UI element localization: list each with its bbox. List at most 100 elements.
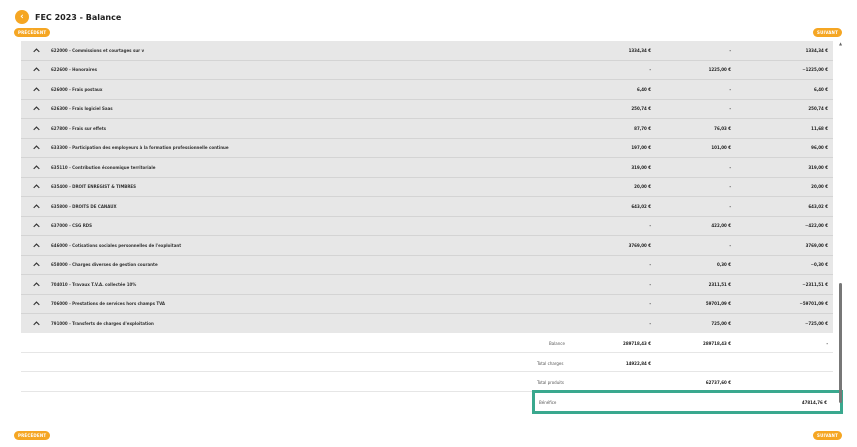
chevron-up-icon[interactable] <box>21 321 51 326</box>
total-charges-label: Total charges <box>537 360 564 366</box>
credit-cell: 101,00 € <box>711 145 731 151</box>
chevron-up-icon[interactable] <box>21 282 51 287</box>
solde-cell: −1225,00 € <box>802 67 828 73</box>
table-row: 646000 - Cotisations sociales personnell… <box>21 236 833 256</box>
account-label: 622000 - Commissions et courtages sur v <box>51 47 145 53</box>
balance-table: 622000 - Commissions et courtages sur v 1… <box>21 41 833 334</box>
table-row: 658000 - Charges diverses de gestion cou… <box>21 255 833 275</box>
balance-label: Balance <box>549 341 565 346</box>
solde-cell: 6,40 € <box>813 86 828 92</box>
table-row: 627800 - Frais sur effets 87,70 € 76,03 € 1… <box>21 119 833 139</box>
previous-button-bottom[interactable]: PRÉCÉDENT <box>14 431 51 440</box>
page-header: ‹ FEC 2023 - Balance <box>15 8 121 26</box>
debit-cell: - <box>649 301 651 307</box>
credit-cell: - <box>729 242 731 248</box>
solde-cell: 1334,34 € <box>805 47 828 53</box>
solde-cell: 96,00 € <box>811 145 828 151</box>
account-label: 635400 - DROIT ENREGIST & TIMBRES <box>51 184 137 190</box>
debit-cell: - <box>649 320 651 326</box>
benefice-value: 47814,76 € <box>801 400 827 405</box>
table-row: 635110 - Contribution économique territo… <box>21 158 833 178</box>
chevron-up-icon[interactable] <box>21 145 51 150</box>
solde-cell: −0,30 € <box>810 262 828 268</box>
table-row: 635800 - DROITS DE CANAUX 643,02 € - 643,02… <box>21 197 833 217</box>
debit-cell: - <box>649 281 651 287</box>
summary-section: Balance 289718,43 € 289718,43 € - Total … <box>21 333 833 392</box>
debit-cell: 1334,34 € <box>628 47 651 53</box>
table-row: 633300 - Participation des employeurs à … <box>21 138 833 158</box>
account-label: 635800 - DROITS DE CANAUX <box>51 203 117 209</box>
table-row: 637000 - CSG RDS - 422,00 € −422,00 € <box>21 216 833 236</box>
debit-cell: 3769,00 € <box>628 242 651 248</box>
credit-cell: 59701,09 € <box>705 301 731 307</box>
solde-cell: 250,74 € <box>808 106 828 112</box>
chevron-up-icon[interactable] <box>21 106 51 111</box>
solde-cell: 11,68 € <box>811 125 828 131</box>
debit-cell: 20,00 € <box>634 184 651 190</box>
chevron-up-icon[interactable] <box>21 126 51 131</box>
debit-cell: - <box>649 223 651 229</box>
total-produits-row: Total produits 62737,60 € <box>21 372 833 392</box>
chevron-up-icon[interactable] <box>21 223 51 228</box>
account-label: 626000 - Frais postaux <box>51 86 103 92</box>
chevron-up-icon[interactable] <box>21 262 51 267</box>
table-row: 626000 - Frais postaux 6,40 € - 6,40 € <box>21 80 833 100</box>
account-label: 635110 - Contribution économique territo… <box>51 164 156 170</box>
table-row: 626300 - Frais logiciel Saas 250,74 € - 250… <box>21 99 833 119</box>
credit-cell: 0,30 € <box>716 262 731 268</box>
balance-credit: 289718,43 € <box>703 341 731 346</box>
scroll-up-icon[interactable]: ▲ <box>838 41 843 46</box>
chevron-up-icon[interactable] <box>21 243 51 248</box>
balance-row: Balance 289718,43 € 289718,43 € - <box>21 333 833 353</box>
credit-cell: - <box>729 184 731 190</box>
next-button-top[interactable]: SUIVANT <box>812 28 842 37</box>
table-row: 622000 - Commissions et courtages sur v 1… <box>21 41 833 61</box>
solde-cell: −59701,09 € <box>799 301 828 307</box>
account-label: 622600 - Honoraires <box>51 67 97 73</box>
solde-cell: −422,00 € <box>805 223 828 229</box>
table-row: 622600 - Honoraires - 1225,00 € −1225,00 € <box>21 60 833 80</box>
chevron-up-icon[interactable] <box>21 165 51 170</box>
scroll-thumb[interactable] <box>839 283 842 403</box>
benefice-highlight: Bénéfice 47814,76 € <box>532 390 843 414</box>
back-button[interactable]: ‹ <box>15 10 29 24</box>
balance-debit: 289718,43 € <box>623 341 651 346</box>
solde-cell: −725,00 € <box>805 320 828 326</box>
account-label: 704010 - Travaux T.V.A. collectée 10% <box>51 281 137 287</box>
account-label: 791000 - Transferts de charges d'exploit… <box>51 320 154 326</box>
chevron-left-icon: ‹ <box>20 12 24 22</box>
account-label: 627800 - Frais sur effets <box>51 125 106 131</box>
chevron-up-icon[interactable] <box>21 67 51 72</box>
benefice-label: Bénéfice <box>539 400 557 405</box>
total-produits-label: Total produits <box>537 380 564 385</box>
chevron-up-icon[interactable] <box>21 204 51 209</box>
solde-cell: −2311,51 € <box>802 281 828 287</box>
table-row: 704010 - Travaux T.V.A. collectée 10% - 23… <box>21 275 833 295</box>
page-title: FEC 2023 - Balance <box>35 12 122 22</box>
next-button-bottom[interactable]: SUIVANT <box>812 431 842 440</box>
chevron-up-icon[interactable] <box>21 87 51 92</box>
debit-cell: 6,40 € <box>636 86 651 92</box>
account-label: 633300 - Participation des employeurs à … <box>51 145 229 151</box>
account-label: 706000 - Prestations de services hors ch… <box>51 301 165 307</box>
table-row: 791000 - Transferts de charges d'exploit… <box>21 314 833 334</box>
solde-cell: 20,00 € <box>811 184 828 190</box>
credit-cell: 2311,51 € <box>708 281 731 287</box>
credit-cell: 1225,00 € <box>708 67 731 73</box>
credit-cell: 725,00 € <box>711 320 731 326</box>
chevron-up-icon[interactable] <box>21 184 51 189</box>
credit-cell: - <box>729 203 731 209</box>
account-label: 626300 - Frais logiciel Saas <box>51 106 113 112</box>
chevron-up-icon[interactable] <box>21 48 51 53</box>
total-charges-row: Total charges 14922,84 € <box>21 352 833 372</box>
table-row: 635400 - DROIT ENREGIST & TIMBRES 20,00 €… <box>21 177 833 197</box>
chevron-up-icon[interactable] <box>21 301 51 306</box>
scrollbar[interactable]: ▲ <box>838 41 843 414</box>
debit-cell: 250,74 € <box>631 106 651 112</box>
credit-cell: - <box>729 86 731 92</box>
total-produits-value: 62737,60 € <box>705 380 731 385</box>
credit-cell: - <box>729 47 731 53</box>
previous-button-top[interactable]: PRÉCÉDENT <box>14 28 51 37</box>
debit-cell: - <box>649 262 651 268</box>
account-label: 637000 - CSG RDS <box>51 223 92 229</box>
